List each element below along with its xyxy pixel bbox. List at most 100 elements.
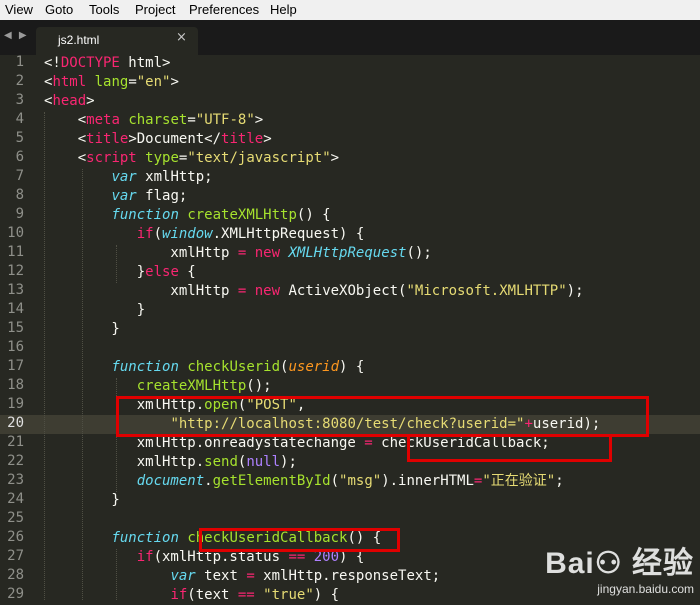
code-line[interactable]: document.getElementById("msg").innerHTML… (44, 472, 564, 491)
code-token: createXMLHttp (187, 207, 297, 223)
code-token: } (44, 492, 120, 508)
code-token: > (254, 112, 264, 128)
code-token: = (128, 74, 137, 90)
menu-project[interactable]: Project (135, 2, 175, 17)
code-token: if (170, 587, 188, 603)
code-line[interactable]: <!DOCTYPE html> (44, 54, 170, 73)
code-token: head (52, 93, 87, 109)
code-line[interactable]: var xmlHttp; (44, 168, 212, 187)
code-token: } (44, 321, 120, 337)
code-token: xmlHttp (44, 245, 238, 261)
tab-js2-html[interactable]: js2.html × (36, 27, 198, 55)
menu-view[interactable]: View (5, 2, 33, 17)
code-token: "true" (263, 587, 314, 603)
code-token: function (111, 207, 179, 223)
code-token: <! (44, 55, 61, 71)
code-token: >Document</ (128, 131, 222, 147)
watermark-logo: Bai⚇ 经验 (545, 547, 694, 580)
code-line[interactable]: <title>Document</title> (44, 130, 272, 149)
code-token: } (44, 264, 146, 280)
code-token: else (145, 264, 179, 280)
code-token: > (86, 93, 95, 109)
menu-goto[interactable]: Goto (45, 2, 73, 17)
code-line[interactable]: function createXMLHttp() { (44, 206, 330, 225)
code-token: title (221, 131, 264, 147)
code-line[interactable]: } (44, 320, 120, 339)
annotation-box-callback-def (199, 528, 400, 552)
code-line[interactable]: xmlHttp = new ActiveXObject("Microsoft.X… (44, 282, 584, 301)
code-token: if (136, 226, 154, 242)
code-token: } (44, 302, 146, 318)
code-token: ); (280, 454, 297, 470)
code-token: "UTF-8" (195, 112, 255, 128)
annotation-box-open-url (116, 396, 649, 437)
code-token: function (111, 359, 179, 375)
tab-title: js2.html (58, 33, 100, 47)
code-token: ( (153, 226, 163, 242)
code-line[interactable]: if(text == "true") { (44, 586, 339, 605)
code-token: < (44, 150, 87, 166)
code-token: html> (119, 55, 171, 71)
code-token: "msg" (339, 473, 382, 489)
code-line[interactable]: xmlHttp.send(null); (44, 453, 297, 472)
code-token: ); (566, 283, 584, 299)
code-token: new (254, 245, 281, 261)
code-line[interactable]: <html lang="en"> (44, 73, 179, 92)
code-line[interactable]: } (44, 301, 145, 320)
code-token: < (44, 131, 87, 147)
code-token: > (330, 150, 340, 166)
code-token: meta (86, 112, 120, 128)
code-token: . (204, 473, 213, 489)
menu-help[interactable]: Help (270, 2, 297, 17)
code-token: ( (330, 473, 340, 489)
code-area[interactable]: <!DOCTYPE html> <html lang="en"> <head> <m… (0, 54, 700, 603)
code-token: userid (288, 359, 340, 375)
code-editor[interactable]: 1 2 3 4 5 6 7 8 9 10 11 12 13 14 15 16 17 18 19 20 21 22 23 24 2… (0, 54, 700, 603)
tab-bar: ◀ ▶ js2.html × (0, 20, 700, 55)
code-token: var (111, 169, 137, 185)
code-token: == (237, 587, 255, 603)
code-token: "en" (136, 74, 171, 90)
tab-nav-arrows-icon[interactable]: ◀ ▶ (4, 30, 29, 41)
code-token: { (178, 264, 196, 280)
code-line[interactable]: }else { (44, 263, 196, 282)
code-token: title (86, 131, 129, 147)
close-icon[interactable]: × (176, 30, 187, 45)
code-token: xmlHttp.responseText; (254, 568, 441, 584)
code-token: xmlHttp (44, 283, 238, 299)
code-line[interactable]: createXMLHttp(); (44, 377, 272, 396)
code-token: (); (246, 378, 272, 394)
code-token: checkUserid (187, 359, 281, 375)
watermark-url: jingyan.baidu.com (597, 582, 694, 596)
code-line[interactable]: <script type="text/javascript"> (44, 149, 339, 168)
code-token: createXMLHttp (136, 378, 247, 394)
code-token: script (86, 150, 137, 166)
code-token: < (44, 112, 87, 128)
code-line[interactable]: function checkUserid(userid) { (44, 358, 364, 377)
code-line[interactable]: } (44, 491, 120, 510)
menu-preferences[interactable]: Preferences (189, 2, 259, 17)
code-token: xmlHttp. (44, 454, 205, 470)
code-token: if (136, 549, 154, 565)
code-line[interactable]: <meta charset="UTF-8"> (44, 111, 264, 130)
code-line[interactable]: var flag; (44, 187, 187, 206)
code-token: flag; (136, 188, 188, 204)
code-token: var (170, 568, 196, 584)
code-line[interactable]: var text = xmlHttp.responseText; (44, 567, 440, 586)
code-line[interactable]: if(window.XMLHttpRequest) { (44, 225, 365, 244)
code-token: send (204, 454, 238, 470)
code-token: ActiveXObject( (280, 283, 407, 299)
code-line[interactable]: <head> (44, 92, 95, 111)
menu-tools[interactable]: Tools (89, 2, 119, 17)
code-line[interactable]: xmlHttp = new XMLHttpRequest(); (44, 244, 431, 263)
